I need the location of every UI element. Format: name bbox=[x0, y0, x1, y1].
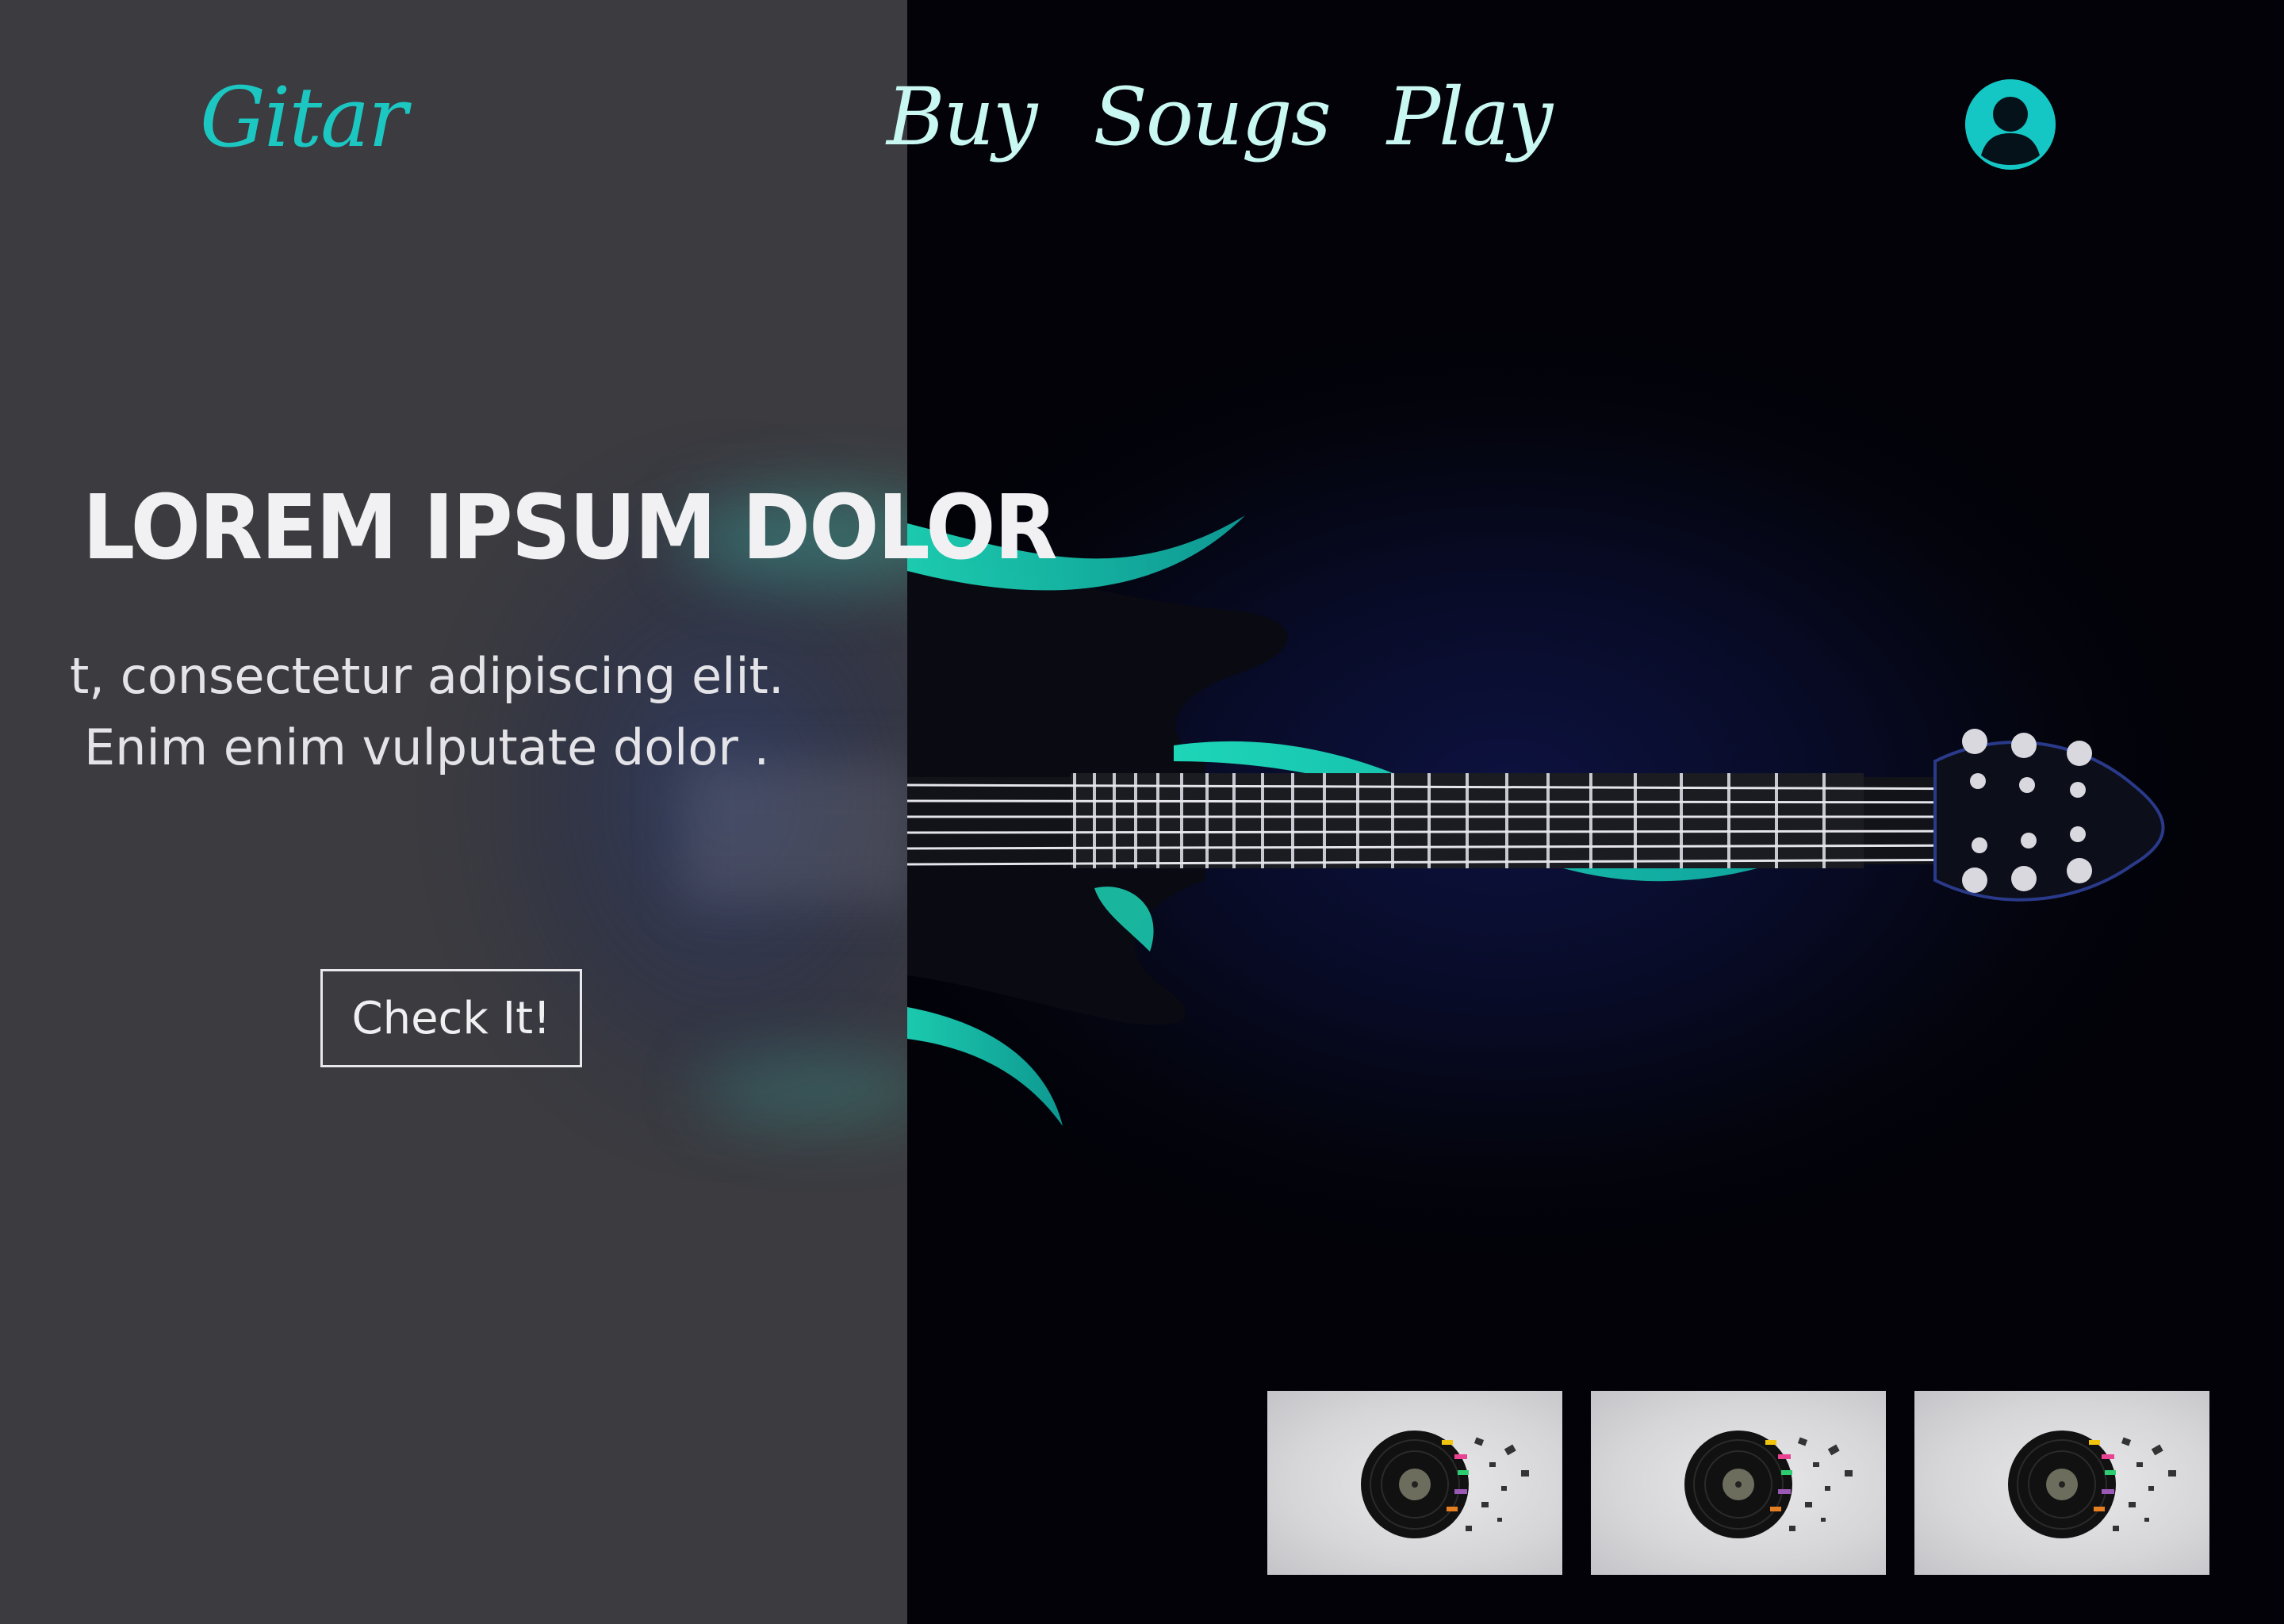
thumbnail-strip bbox=[1267, 1391, 2209, 1575]
main-nav: Buy Sougs Play bbox=[887, 62, 1553, 173]
nav-item-buy[interactable]: Buy bbox=[887, 62, 1037, 173]
user-avatar-icon[interactable] bbox=[1965, 79, 2056, 170]
nav-item-sougs[interactable]: Sougs bbox=[1093, 62, 1331, 173]
thumbnail-vinyl[interactable] bbox=[1267, 1391, 1562, 1575]
hero-overlay-panel bbox=[0, 0, 907, 1624]
hero-subtitle: t, consectetur adipiscing elit. Enim eni… bbox=[70, 641, 895, 783]
hero-subtitle-line: Enim enim vulputate dolor . bbox=[84, 718, 770, 776]
thumbnail-vinyl[interactable] bbox=[1591, 1391, 1886, 1575]
hero-title: LOREM IPSUM DOLOR bbox=[82, 475, 1058, 580]
hero-subtitle-line: t, consectetur adipiscing elit. bbox=[70, 647, 784, 705]
brand-logo[interactable]: Gitar bbox=[200, 62, 408, 173]
vinyl-record-image bbox=[1684, 1431, 1853, 1538]
nav-item-play[interactable]: Play bbox=[1387, 62, 1553, 173]
check-it-button[interactable]: Check It! bbox=[320, 969, 582, 1067]
vinyl-record-image bbox=[2008, 1431, 2176, 1538]
vinyl-record-image bbox=[1361, 1431, 1529, 1538]
thumbnail-vinyl[interactable] bbox=[1914, 1391, 2209, 1575]
